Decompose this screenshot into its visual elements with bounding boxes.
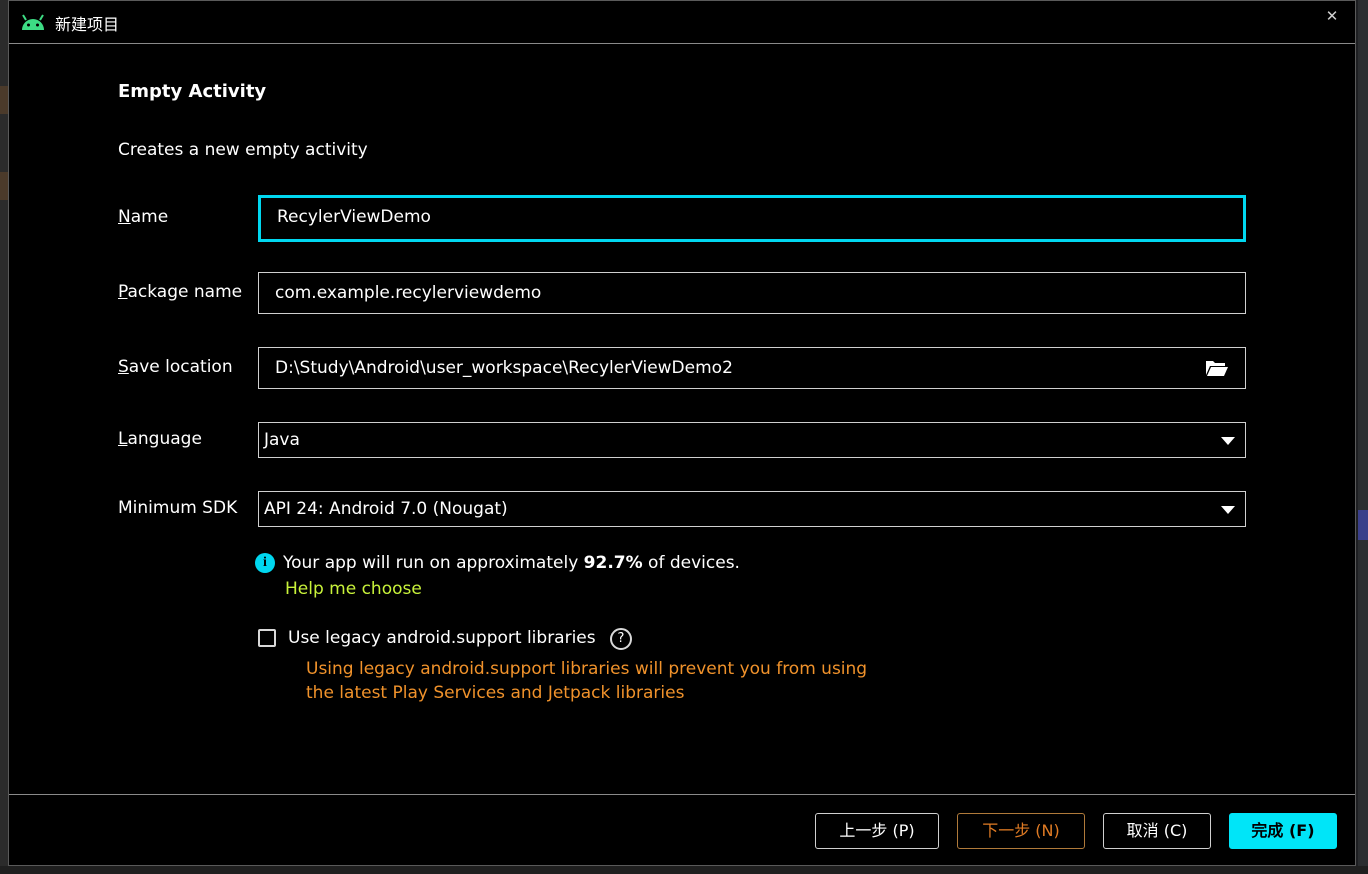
package-name-input[interactable]: com.example.recylerviewdemo: [258, 272, 1246, 314]
name-input[interactable]: RecylerViewDemo: [258, 195, 1246, 242]
info-icon: i: [255, 553, 275, 573]
footer-divider: [9, 794, 1355, 795]
next-button[interactable]: 下一步 (N): [957, 813, 1085, 849]
legacy-support-checkbox[interactable]: [258, 629, 276, 647]
android-robot-icon: [22, 14, 44, 30]
language-select[interactable]: Java: [258, 422, 1246, 458]
device-coverage-text: Your app will run on approximately 92.7%…: [283, 553, 740, 573]
minimum-sdk-select[interactable]: API 24: Android 7.0 (Nougat): [258, 491, 1246, 527]
package-name-value: com.example.recylerviewdemo: [275, 283, 542, 303]
help-me-choose-link[interactable]: Help me choose: [285, 579, 422, 599]
help-question-icon[interactable]: ?: [610, 628, 632, 650]
template-heading: Empty Activity: [118, 81, 267, 102]
finish-button[interactable]: 完成 (F): [1229, 813, 1337, 849]
package-name-label: Package name: [118, 282, 243, 302]
legacy-warning: Using legacy android.support libraries w…: [306, 659, 868, 703]
background-ide-right: [1358, 0, 1368, 874]
close-icon[interactable]: ✕: [1323, 7, 1341, 25]
previous-button[interactable]: 上一步 (P): [815, 813, 939, 849]
save-location-input[interactable]: D:\Study\Android\user_workspace\RecylerV…: [258, 347, 1246, 389]
folder-open-icon[interactable]: [1205, 358, 1229, 378]
device-coverage-percent: 92.7%: [583, 553, 643, 573]
window-title: 新建项目: [55, 15, 120, 34]
background-ide-bottom: [0, 866, 1368, 874]
template-description: Creates a new empty activity: [118, 140, 368, 160]
save-location-label: Save location: [118, 357, 233, 377]
legacy-support-label[interactable]: Use legacy android.support libraries: [288, 628, 596, 648]
minimum-sdk-value: API 24: Android 7.0 (Nougat): [264, 499, 508, 519]
chevron-down-icon: [1221, 506, 1235, 514]
language-value: Java: [264, 430, 300, 450]
name-input-value: RecylerViewDemo: [277, 207, 431, 227]
language-label: Language: [118, 429, 202, 449]
title-bar: 新建项目 ✕: [9, 1, 1355, 44]
new-project-dialog: 新建项目 ✕ Empty Activity Creates a new empt…: [8, 0, 1356, 866]
save-location-value: D:\Study\Android\user_workspace\RecylerV…: [275, 358, 733, 378]
chevron-down-icon: [1221, 437, 1235, 445]
cancel-button[interactable]: 取消 (C): [1103, 813, 1211, 849]
minimum-sdk-label: Minimum SDK: [118, 498, 238, 518]
name-label: Name: [118, 207, 169, 227]
